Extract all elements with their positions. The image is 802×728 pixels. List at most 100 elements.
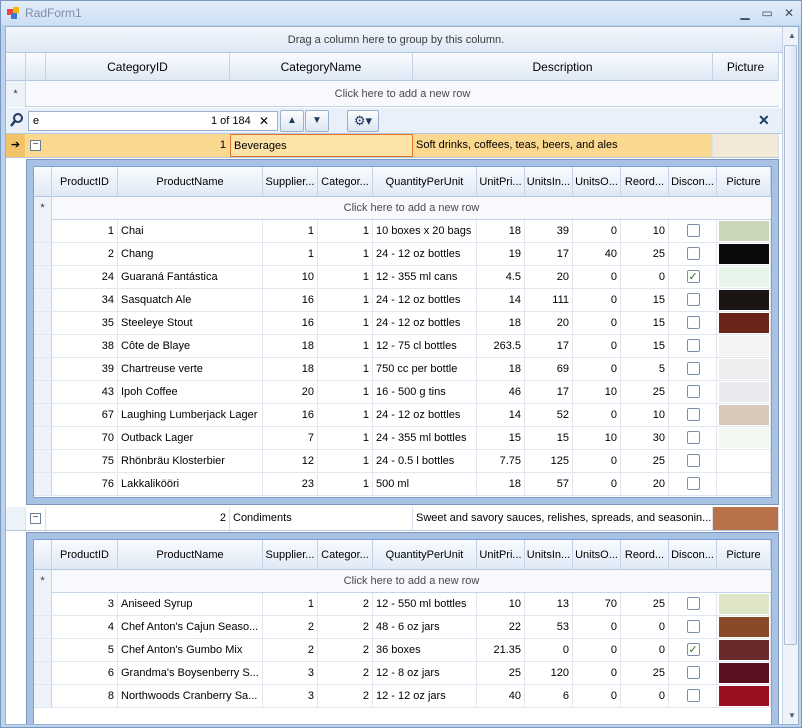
cell-productid[interactable]: 1 xyxy=(52,220,118,242)
cell-categoryid[interactable]: 1 xyxy=(318,473,373,495)
add-new-row[interactable]: Click here to add a new row xyxy=(52,197,771,220)
discontinued-checkbox[interactable] xyxy=(686,339,700,352)
cell-productid[interactable]: 38 xyxy=(52,335,118,357)
scroll-up-icon[interactable]: ▲ xyxy=(788,31,796,40)
search-input[interactable]: e 1 of 184 ✕ xyxy=(28,111,278,131)
column-header-picture[interactable]: Picture xyxy=(713,53,779,81)
child-table-row[interactable]: 2 Chang 1 1 24 - 12 oz bottles 19 17 40 25 xyxy=(34,243,771,266)
cell-productname[interactable]: Chai xyxy=(118,220,263,242)
master-row[interactable]: ➔ − 1 Beverages Soft drinks, coffees, te… xyxy=(6,134,779,158)
cell-unitprice[interactable]: 18 xyxy=(477,358,525,380)
row-selector[interactable] xyxy=(34,289,52,311)
cell-unitsinstock[interactable]: 120 xyxy=(525,662,573,684)
cell-discontinued[interactable] xyxy=(669,289,717,311)
cell-supplierid[interactable]: 1 xyxy=(263,220,318,242)
cell-unitsinstock[interactable]: 53 xyxy=(525,616,573,638)
cell-discontinued[interactable] xyxy=(669,639,717,661)
child-column-header-discontinued[interactable]: Discon... xyxy=(669,540,717,570)
row-selector[interactable] xyxy=(34,450,52,472)
cell-categoryid[interactable]: 2 xyxy=(46,507,230,530)
cell-productname[interactable]: Ipoh Coffee xyxy=(118,381,263,403)
cell-unitprice[interactable]: 46 xyxy=(477,381,525,403)
cell-productname[interactable]: Sasquatch Ale xyxy=(118,289,263,311)
cell-unitsonorder[interactable]: 0 xyxy=(573,220,621,242)
cell-unitsinstock[interactable]: 39 xyxy=(525,220,573,242)
discontinued-checkbox[interactable] xyxy=(686,362,700,375)
cell-unitprice[interactable]: 22 xyxy=(477,616,525,638)
group-panel[interactable]: Drag a column here to group by this colu… xyxy=(6,27,786,53)
cell-supplierid[interactable]: 16 xyxy=(263,289,318,311)
cell-unitprice[interactable]: 263.5 xyxy=(477,335,525,357)
cell-unitprice[interactable]: 21.35 xyxy=(477,639,525,661)
cell-unitsinstock[interactable]: 20 xyxy=(525,266,573,288)
child-table-row[interactable]: 76 Lakkalikööri 23 1 500 ml 18 57 0 20 xyxy=(34,473,771,496)
discontinued-checkbox[interactable] xyxy=(686,477,700,490)
discontinued-checkbox[interactable] xyxy=(686,316,700,329)
column-header-categoryid[interactable]: CategoryID xyxy=(46,53,230,81)
cell-reorderlevel[interactable]: 10 xyxy=(621,220,669,242)
cell-quantityperunit[interactable]: 24 - 355 ml bottles xyxy=(373,427,477,449)
cell-discontinued[interactable] xyxy=(669,266,717,288)
child-column-header-discontinued[interactable]: Discon... xyxy=(669,167,717,197)
cell-reorderlevel[interactable]: 0 xyxy=(621,639,669,661)
cell-supplierid[interactable]: 2 xyxy=(263,639,318,661)
child-table-row[interactable]: 70 Outback Lager 7 1 24 - 355 ml bottles 15 15… xyxy=(34,427,771,450)
cell-productid[interactable]: 75 xyxy=(52,450,118,472)
row-selector[interactable] xyxy=(34,335,52,357)
cell-unitsonorder[interactable]: 0 xyxy=(573,312,621,334)
discontinued-checkbox[interactable] xyxy=(686,385,700,398)
cell-categoryid[interactable]: 2 xyxy=(318,639,373,661)
child-table-row[interactable]: 35 Steeleye Stout 16 1 24 - 12 oz bottles 18 2… xyxy=(34,312,771,335)
cell-quantityperunit[interactable]: 24 - 12 oz bottles xyxy=(373,289,477,311)
child-column-header-categoryid[interactable]: Categor... xyxy=(318,540,373,570)
child-column-header-productid[interactable]: ProductID xyxy=(52,167,118,197)
discontinued-checkbox[interactable] xyxy=(686,597,700,610)
discontinued-checkbox[interactable] xyxy=(686,408,700,421)
cell-unitsinstock[interactable]: 15 xyxy=(525,427,573,449)
cell-categoryid[interactable]: 2 xyxy=(318,593,373,615)
child-table-row[interactable]: 24 Guaraná Fantástica 10 1 12 - 355 ml cans 4… xyxy=(34,266,771,289)
cell-productid[interactable]: 6 xyxy=(52,662,118,684)
cell-categoryid[interactable]: 1 xyxy=(318,381,373,403)
child-column-header-quantityperunit[interactable]: QuantityPerUnit xyxy=(373,167,477,197)
add-new-row[interactable]: Click here to add a new row xyxy=(52,570,771,593)
cell-quantityperunit[interactable]: 48 - 6 oz jars xyxy=(373,616,477,638)
cell-discontinued[interactable] xyxy=(669,404,717,426)
vertical-scrollbar[interactable]: ▲ ▼ xyxy=(782,27,798,724)
discontinued-checkbox[interactable] xyxy=(686,431,700,444)
discontinued-checkbox[interactable] xyxy=(686,266,700,288)
child-column-header-supplierid[interactable]: Supplier... xyxy=(263,540,318,570)
child-table-row[interactable]: 1 Chai 1 1 10 boxes x 20 bags 18 39 0 10 xyxy=(34,220,771,243)
scrollbar-thumb[interactable] xyxy=(784,45,797,645)
cell-categoryid[interactable]: 1 xyxy=(318,335,373,357)
row-selector[interactable] xyxy=(34,593,52,615)
cell-unitsonorder[interactable]: 0 xyxy=(573,335,621,357)
row-selector[interactable] xyxy=(34,427,52,449)
cell-description[interactable]: Soft drinks, coffees, teas, beers, and a… xyxy=(413,134,713,157)
cell-unitprice[interactable]: 10 xyxy=(477,593,525,615)
maximize-button[interactable]: ▭ xyxy=(757,5,777,21)
cell-productname[interactable]: Steeleye Stout xyxy=(118,312,263,334)
cell-reorderlevel[interactable]: 25 xyxy=(621,243,669,265)
row-selector[interactable] xyxy=(34,662,52,684)
cell-unitsonorder[interactable]: 0 xyxy=(573,266,621,288)
cell-quantityperunit[interactable]: 24 - 12 oz bottles xyxy=(373,312,477,334)
row-selector[interactable] xyxy=(34,358,52,380)
cell-unitprice[interactable]: 7.75 xyxy=(477,450,525,472)
child-column-header-picture[interactable]: Picture xyxy=(717,167,771,197)
cell-supplierid[interactable]: 20 xyxy=(263,381,318,403)
cell-unitsonorder[interactable]: 0 xyxy=(573,639,621,661)
child-column-header-productname[interactable]: ProductName xyxy=(118,167,263,197)
cell-unitsonorder[interactable]: 0 xyxy=(573,685,621,707)
row-selector[interactable] xyxy=(34,639,52,661)
cell-unitprice[interactable]: 15 xyxy=(477,427,525,449)
cell-quantityperunit[interactable]: 10 boxes x 20 bags xyxy=(373,220,477,242)
cell-unitsonorder[interactable]: 0 xyxy=(573,450,621,472)
cell-discontinued[interactable] xyxy=(669,450,717,472)
cell-categoryid[interactable]: 1 xyxy=(318,220,373,242)
cell-supplierid[interactable]: 7 xyxy=(263,427,318,449)
cell-quantityperunit[interactable]: 24 - 12 oz bottles xyxy=(373,243,477,265)
cell-unitsinstock[interactable]: 17 xyxy=(525,335,573,357)
search-close-icon[interactable]: ✕ xyxy=(758,112,770,129)
cell-unitsinstock[interactable]: 17 xyxy=(525,381,573,403)
